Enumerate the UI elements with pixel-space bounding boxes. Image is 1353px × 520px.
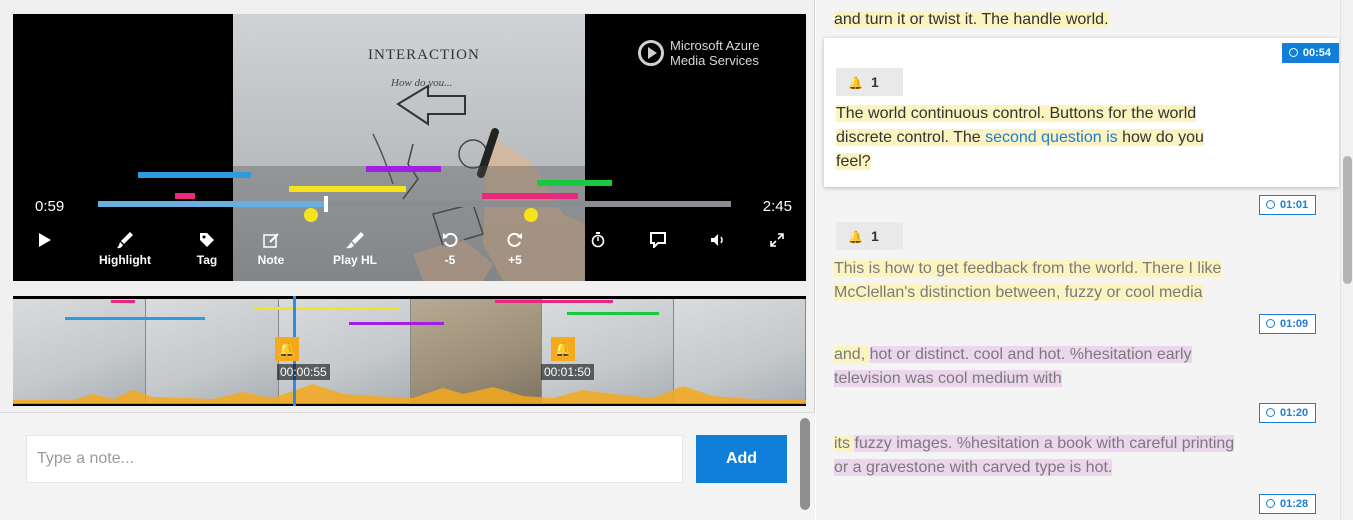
seek-progress <box>98 201 326 207</box>
forward-button[interactable]: +5 <box>500 228 530 281</box>
timestamp-button[interactable]: 01:20 <box>1259 403 1317 423</box>
play-hl-label: Play HL <box>332 253 377 267</box>
marker-time: 00:01:50 <box>541 364 594 380</box>
bell-icon: 🔔 <box>848 230 863 244</box>
highlight-button[interactable]: Highlight <box>90 228 160 281</box>
note-button[interactable]: Note <box>251 228 291 281</box>
transcript-line[interactable]: television was cool medium with <box>834 370 1062 387</box>
left-pane: INTERACTION How do you... Microsoft Azur… <box>0 0 815 520</box>
timestamp-button-active[interactable]: 00:54 <box>1281 43 1339 63</box>
tag-icon <box>199 228 215 252</box>
strip-highlight-yellow[interactable] <box>253 307 399 310</box>
speed-button[interactable] <box>586 228 610 281</box>
transcript-line[interactable]: hot or distinct. cool and hot. %hesitati… <box>869 346 1192 363</box>
transcript-panel: and turn it or twist it. The handle worl… <box>816 0 1353 520</box>
clock-icon <box>1266 200 1275 209</box>
note-label: Note <box>257 253 285 267</box>
app: INTERACTION How do you... Microsoft Azur… <box>0 0 1353 520</box>
clock-icon <box>1266 319 1275 328</box>
brand-logo: Microsoft Azure Media Services <box>638 38 760 68</box>
highlight-bar-pink[interactable] <box>482 193 578 199</box>
highlight-marker-dot[interactable] <box>304 208 318 222</box>
tag-button[interactable]: Tag <box>187 228 227 281</box>
audio-waveform <box>13 384 806 404</box>
fullscreen-button[interactable] <box>765 228 789 281</box>
highlight-bar-green[interactable] <box>537 180 612 186</box>
transcript-line[interactable]: McClellan's distinction between, fuzzy o… <box>834 284 1203 301</box>
seek-bar[interactable] <box>98 196 731 212</box>
video-player[interactable]: INTERACTION How do you... Microsoft Azur… <box>13 14 806 281</box>
control-bar: Highlight Tag Note Play HL -5 +5 <box>13 228 806 281</box>
clock-icon <box>1266 499 1275 508</box>
brand-line-1: Microsoft Azure <box>670 38 760 53</box>
strip-highlight-green[interactable] <box>567 312 659 315</box>
current-time: 0:59 <box>35 198 65 215</box>
brush-icon <box>116 228 134 252</box>
bell-marker-icon[interactable]: 🔔 <box>551 337 575 361</box>
strip-highlight-pink[interactable] <box>111 300 135 303</box>
edit-icon <box>263 228 279 252</box>
strip-highlight-purple[interactable] <box>349 322 444 325</box>
duration: 2:45 <box>762 198 792 215</box>
transcript-scrollbar-thumb[interactable] <box>1343 156 1352 284</box>
brush-play-icon <box>345 228 365 252</box>
timestamp-button[interactable]: 01:28 <box>1259 494 1317 514</box>
volume-button[interactable] <box>706 228 730 281</box>
strip-highlight-pink[interactable] <box>495 300 613 303</box>
forward-label: +5 <box>508 253 522 267</box>
marker-time: 00:00:55 <box>277 364 330 380</box>
add-note-button[interactable]: Add <box>696 435 787 483</box>
bell-marker-icon[interactable]: 🔔 <box>275 337 299 361</box>
highlight-bar-purple[interactable] <box>366 166 441 172</box>
forward-icon <box>507 228 523 252</box>
rewind-icon <box>442 228 458 252</box>
rewind-button[interactable]: -5 <box>435 228 465 281</box>
volume-icon <box>710 228 726 252</box>
clock-icon <box>1288 48 1298 57</box>
transcript-line[interactable]: discrete control. The second question is… <box>836 129 1204 146</box>
play-button[interactable] <box>33 228 57 281</box>
highlight-marker-dot[interactable] <box>524 208 538 222</box>
thumbnail-strip[interactable]: 🔔 00:00:55 🔔 00:01:50 <box>13 296 806 406</box>
strip-highlight-blue[interactable] <box>65 317 205 320</box>
captions-button[interactable] <box>646 228 670 281</box>
transcript-line[interactable]: fuzzy images. %hesitation a book with ca… <box>854 435 1235 452</box>
media-services-icon <box>638 40 664 66</box>
highlight-bar-yellow[interactable] <box>289 186 406 192</box>
tag-label: Tag <box>196 253 218 267</box>
caption-bubble-icon <box>650 228 666 252</box>
play-highlights-button[interactable]: Play HL <box>325 228 385 281</box>
transcript-line[interactable]: This is how to get feedback from the wor… <box>834 260 1222 277</box>
transcript-line[interactable]: or a gravestone with carved type is hot. <box>834 459 1113 476</box>
active-transcript-entry[interactable]: 00:54 🔔 1 The world continuous control. B… <box>824 38 1339 187</box>
seek-thumb[interactable] <box>323 196 328 212</box>
current-word-highlight[interactable]: second question is <box>985 129 1118 146</box>
highlight-bar-blue[interactable] <box>138 172 251 178</box>
transcript-line[interactable]: The world continuous control. Buttons fo… <box>836 105 1197 122</box>
transcript-scrollbar[interactable] <box>1340 0 1353 520</box>
stopwatch-icon <box>591 228 605 252</box>
note-input[interactable] <box>26 435 683 483</box>
rewind-label: -5 <box>444 253 456 267</box>
expand-icon <box>770 228 784 252</box>
transcript-line[interactable]: and turn it or twist it. The handle worl… <box>834 11 1109 28</box>
left-scrollbar[interactable] <box>799 414 811 520</box>
left-scrollbar-thumb[interactable] <box>800 418 810 510</box>
bell-icon: 🔔 <box>848 76 863 90</box>
transcript-line[interactable]: feel? <box>836 153 871 170</box>
timestamp-button[interactable]: 01:09 <box>1259 314 1317 334</box>
brand-line-2: Media Services <box>670 53 759 68</box>
timestamp-button[interactable]: 01:01 <box>1259 195 1317 215</box>
highlight-label: Highlight <box>99 253 151 267</box>
highlight-bar-pink-small[interactable] <box>175 193 195 199</box>
note-composer: Add <box>0 412 815 520</box>
annotation-badge[interactable]: 🔔 1 <box>836 68 903 96</box>
play-icon <box>38 228 52 252</box>
clock-icon <box>1266 408 1275 417</box>
annotation-badge[interactable]: 🔔 1 <box>836 222 903 250</box>
transcript-line[interactable]: and, <box>834 346 870 363</box>
transcript-line[interactable]: its <box>834 435 855 452</box>
